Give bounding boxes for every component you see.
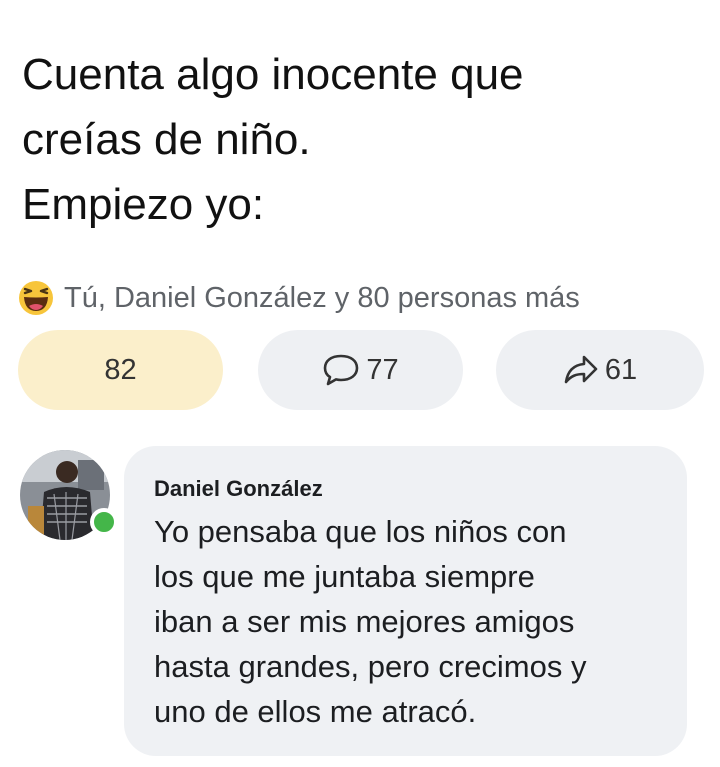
comment-count: 77 <box>366 353 399 386</box>
post-text: Cuenta algo inocente que creías de niño.… <box>22 42 702 237</box>
online-status-dot <box>90 508 118 536</box>
post-text-line: creías de niño. <box>22 115 311 164</box>
action-row: 82 77 61 <box>18 330 706 410</box>
comment-text-line: Yo pensaba que los niños con <box>154 514 567 549</box>
speech-bubble-icon <box>324 354 359 386</box>
share-count: 61 <box>604 353 638 386</box>
post-text-line: Empiezo yo: <box>22 180 265 229</box>
share-arrow-icon <box>564 355 598 384</box>
share-button[interactable]: 61 <box>496 330 704 410</box>
comment-button[interactable]: 77 <box>258 330 463 410</box>
comment-text: Yo pensaba que los niños con los que me … <box>154 509 674 734</box>
reactions-summary[interactable]: Tú, Daniel González y 80 personas más <box>18 278 580 318</box>
post-text-line: Cuenta algo inocente que <box>22 50 524 99</box>
avatar-container[interactable] <box>20 450 118 540</box>
haha-emoji-icon <box>19 281 53 315</box>
comment-text-line: iban a ser mis mejores amigos <box>154 604 575 639</box>
comment-text-line: uno de ellos me atracó. <box>154 694 477 729</box>
comment-text-line: hasta grandes, pero crecimos y <box>154 649 587 684</box>
comment-bubble: Daniel González Yo pensaba que los niños… <box>124 446 687 756</box>
react-button[interactable]: 82 <box>18 330 223 410</box>
react-count: 82 <box>104 353 137 386</box>
reactions-text: Tú, Daniel González y 80 personas más <box>64 281 580 314</box>
comment-text-line: los que me juntaba siempre <box>154 559 535 594</box>
comment-author[interactable]: Daniel González <box>154 476 323 502</box>
